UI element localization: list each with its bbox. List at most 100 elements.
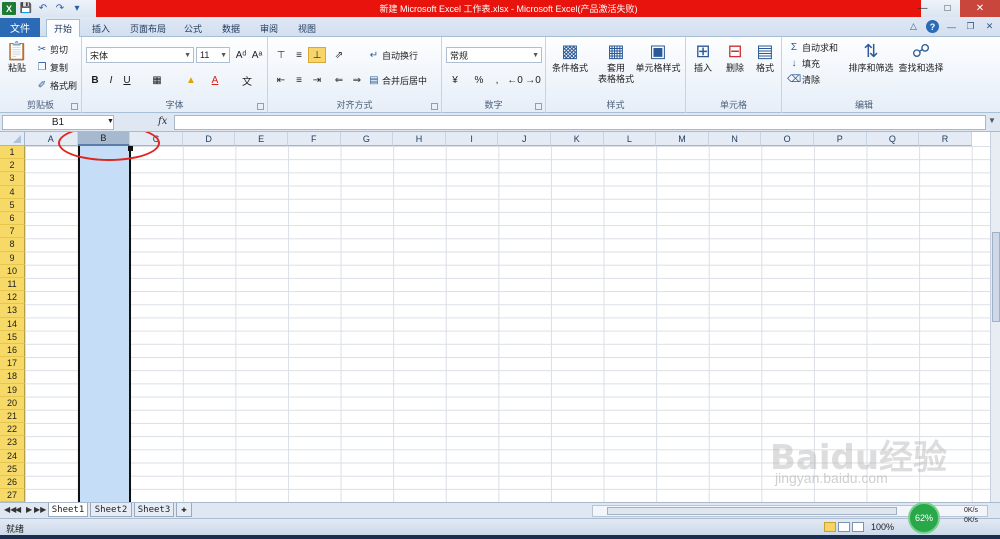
tab-formulas[interactable]: 公式 — [178, 19, 208, 37]
help-icon[interactable]: ? — [926, 20, 939, 33]
column-header-l[interactable]: L — [603, 132, 657, 146]
increase-decimal-icon[interactable]: ←0 — [506, 72, 524, 88]
row-header-11[interactable]: 11 — [0, 278, 25, 292]
column-header-d[interactable]: D — [182, 132, 236, 146]
paste-button[interactable]: 📋 粘贴 — [4, 39, 30, 74]
row-header-10[interactable]: 10 — [0, 264, 25, 278]
column-header-p[interactable]: P — [814, 132, 867, 146]
delete-cells-button[interactable]: ⊟ 删除 — [720, 39, 750, 74]
column-header-e[interactable]: E — [235, 132, 288, 146]
sheet-tab-3[interactable]: Sheet3 — [134, 503, 174, 517]
column-header-r[interactable]: R — [919, 132, 972, 146]
redo-icon[interactable]: ↷ — [53, 2, 67, 15]
cut-button[interactable]: ✂ 剪切 — [36, 43, 68, 56]
fill-button[interactable]: ↓ 填充 — [788, 57, 821, 70]
merge-center-button[interactable]: ▤ 合并后居中 — [368, 74, 427, 87]
save-icon[interactable]: 💾 — [19, 2, 33, 15]
number-format-select[interactable]: 常规 ▼ — [446, 47, 542, 63]
insert-sheet-icon[interactable]: ✚ — [176, 503, 192, 517]
copy-button[interactable]: ❐ 复制 — [36, 61, 69, 74]
column-header-g[interactable]: G — [340, 132, 394, 146]
row-header-1[interactable]: 1 — [0, 146, 25, 160]
doc-close-icon[interactable]: ✕ — [983, 20, 996, 33]
row-header-17[interactable]: 17 — [0, 357, 25, 371]
row-header-13[interactable]: 13 — [0, 304, 25, 318]
clipboard-launcher-icon[interactable] — [71, 103, 78, 110]
tab-view[interactable]: 视图 — [292, 19, 322, 37]
clear-button[interactable]: ⌫ 清除 — [787, 73, 820, 86]
column-header-o[interactable]: O — [761, 132, 814, 146]
row-header-19[interactable]: 19 — [0, 383, 25, 397]
doc-minimize-icon[interactable]: — — [945, 20, 958, 33]
row-header-12[interactable]: 12 — [0, 291, 25, 305]
undo-icon[interactable]: ↶ — [36, 2, 50, 15]
minimize-button[interactable]: — — [910, 0, 935, 17]
close-button[interactable]: ✕ — [960, 0, 1000, 17]
prev-sheet-icon[interactable]: ◀ — [15, 505, 21, 514]
shrink-font-button[interactable]: Aᵃ — [248, 47, 266, 63]
increase-indent-icon[interactable]: ⇒ — [348, 72, 366, 88]
font-size-select[interactable]: 11 ▼ — [196, 47, 230, 63]
column-header-n[interactable]: N — [708, 132, 762, 146]
last-sheet-icon[interactable]: ▶▶ — [34, 505, 46, 514]
selected-column-b[interactable] — [78, 146, 131, 502]
number-launcher-icon[interactable] — [535, 103, 542, 110]
tab-data[interactable]: 数据 — [216, 19, 246, 37]
customize-qat-icon[interactable]: ▾ — [70, 2, 84, 15]
format-painter-button[interactable]: ✐ 格式刷 — [36, 79, 77, 92]
row-header-8[interactable]: 8 — [0, 238, 25, 252]
vertical-scroll-thumb[interactable] — [992, 232, 1000, 322]
name-box[interactable]: B1 — [2, 115, 114, 130]
column-header-m[interactable]: M — [656, 132, 709, 146]
comma-button[interactable]: , — [488, 72, 506, 88]
font-launcher-icon[interactable] — [257, 103, 264, 110]
column-header-k[interactable]: K — [551, 132, 604, 146]
autosum-button[interactable]: Σ 自动求和 — [788, 41, 838, 54]
wrap-text-button[interactable]: ↵ 自动换行 — [368, 49, 418, 62]
row-header-3[interactable]: 3 — [0, 172, 25, 186]
orientation-icon[interactable]: ⇗ — [330, 47, 348, 63]
column-header-j[interactable]: J — [498, 132, 551, 146]
cell-styles-button[interactable]: ▣ 单元格样式 — [632, 39, 684, 74]
row-header-4[interactable]: 4 — [0, 185, 25, 199]
font-name-select[interactable]: 宋体 ▼ — [86, 47, 194, 63]
format-cells-button[interactable]: ▤ 格式 — [750, 39, 780, 74]
doc-restore-icon[interactable]: ❐ — [964, 20, 977, 33]
row-header-20[interactable]: 20 — [0, 396, 25, 410]
row-header-5[interactable]: 5 — [0, 198, 25, 212]
vertical-scrollbar[interactable] — [990, 132, 1000, 502]
currency-icon[interactable]: ¥ — [446, 72, 464, 88]
fill-color-icon[interactable]: ▲ — [182, 72, 200, 88]
expand-formula-icon[interactable]: ▼ — [988, 116, 996, 125]
row-header-27[interactable]: 27 — [0, 489, 25, 502]
tab-page-layout[interactable]: 页面布局 — [124, 19, 172, 37]
horizontal-scroll-thumb[interactable] — [607, 507, 897, 515]
row-header-25[interactable]: 25 — [0, 462, 25, 476]
align-left-icon[interactable]: ⇤ — [272, 72, 290, 88]
percent-button[interactable]: % — [470, 72, 488, 88]
next-sheet-icon[interactable]: ▶ — [26, 505, 32, 514]
page-break-view-icon[interactable] — [852, 522, 864, 532]
row-header-15[interactable]: 15 — [0, 330, 25, 344]
sheet-tab-1[interactable]: Sheet1 — [48, 503, 88, 517]
tab-review[interactable]: 审阅 — [254, 19, 284, 37]
conditional-format-button[interactable]: ▩ 条件格式 — [548, 39, 592, 74]
minimize-ribbon-icon[interactable]: △ — [907, 20, 920, 33]
row-header-23[interactable]: 23 — [0, 436, 25, 450]
align-right-icon[interactable]: ⇥ — [308, 72, 326, 88]
tab-insert[interactable]: 插入 — [84, 19, 118, 37]
sheet-tab-2[interactable]: Sheet2 — [90, 503, 132, 517]
zoom-level[interactable]: 100% — [871, 522, 894, 532]
row-header-6[interactable]: 6 — [0, 212, 25, 226]
align-middle-icon[interactable]: ≡ — [290, 47, 308, 63]
row-header-9[interactable]: 9 — [0, 251, 25, 265]
borders-icon[interactable]: ▦ — [148, 72, 166, 88]
row-header-24[interactable]: 24 — [0, 449, 25, 463]
align-bottom-icon[interactable]: ⊥ — [308, 47, 326, 63]
column-header-i[interactable]: I — [445, 132, 499, 146]
sort-filter-button[interactable]: ⇅ 排序和筛选 — [846, 39, 896, 74]
row-header-22[interactable]: 22 — [0, 423, 25, 437]
alignment-launcher-icon[interactable] — [431, 103, 438, 110]
column-header-h[interactable]: H — [393, 132, 446, 146]
maximize-button[interactable]: □ — [935, 0, 960, 17]
